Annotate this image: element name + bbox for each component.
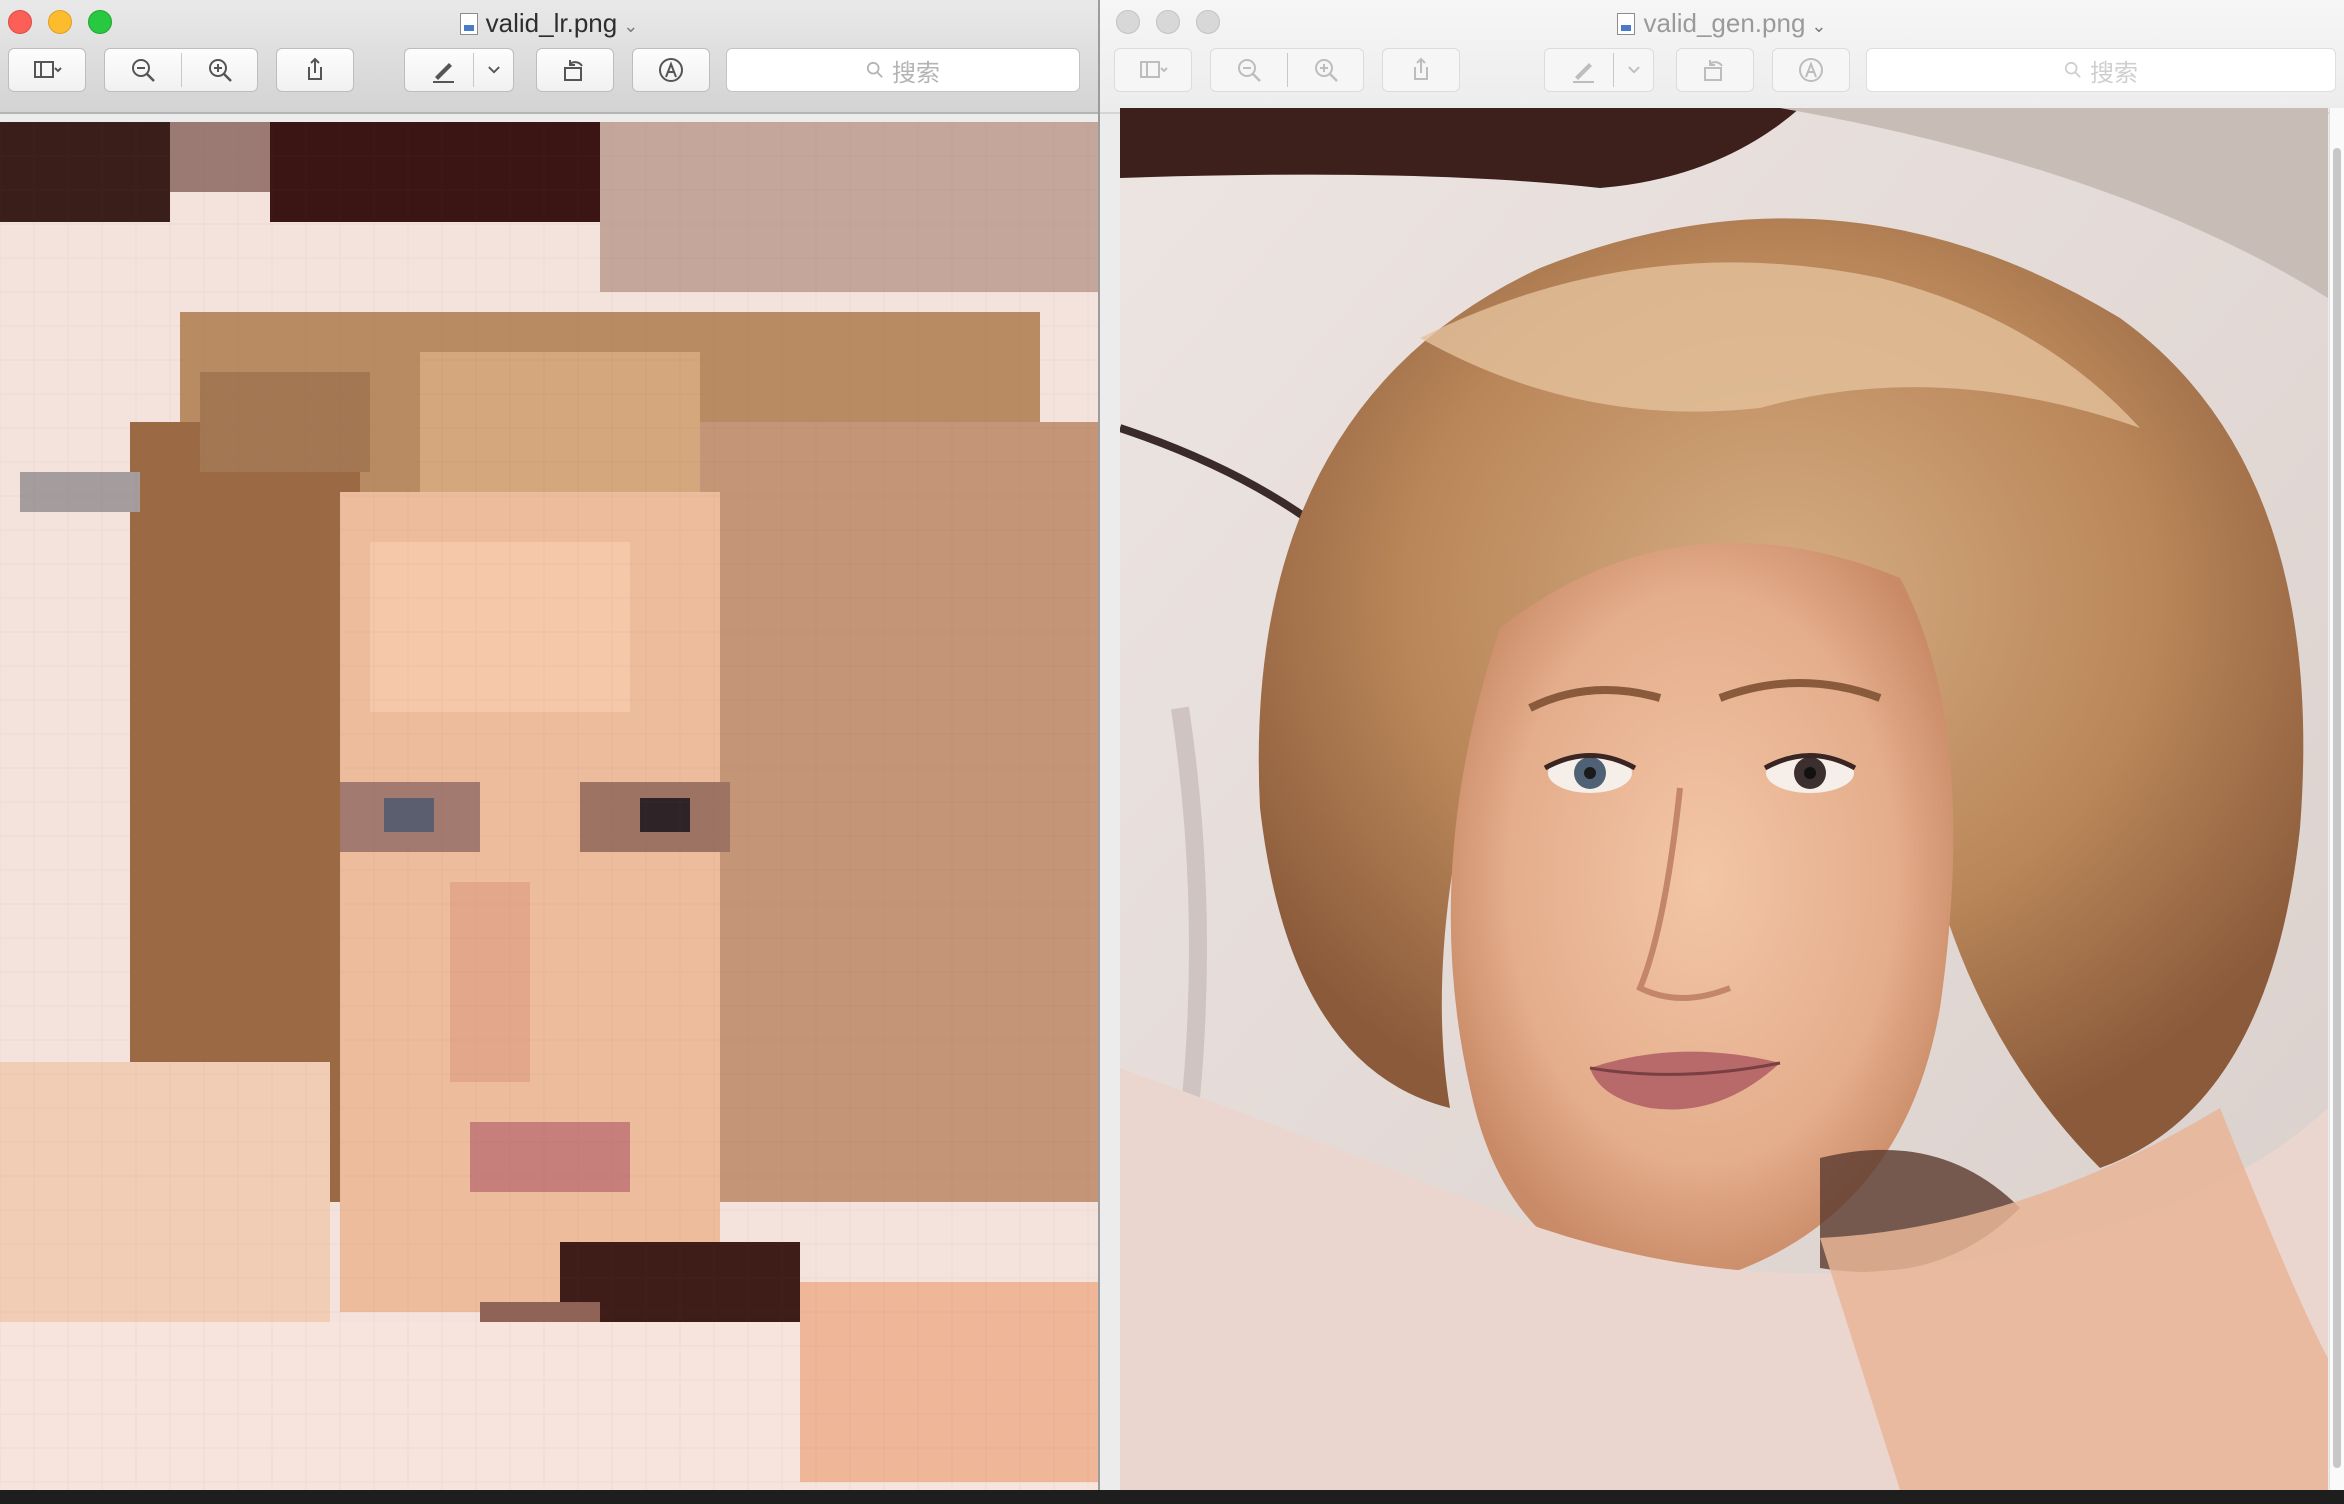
search-icon	[2064, 61, 2081, 78]
sidebar-view-button[interactable]	[8, 48, 86, 92]
zoom-in-icon	[209, 59, 232, 82]
titlebar: valid_lr.png ⌄ 搜索	[0, 0, 1098, 114]
markup-button[interactable]	[404, 48, 514, 92]
chevron-down-icon	[488, 66, 500, 74]
zoom-out-icon	[132, 59, 155, 82]
markup-pen-icon	[433, 63, 454, 83]
window-title-text: valid_lr.png	[485, 8, 618, 38]
zoom-out-button[interactable]	[1211, 49, 1287, 91]
chevron-down-icon	[1628, 66, 1640, 74]
vertical-scrollbar[interactable]	[2329, 108, 2344, 1490]
low-res-portrait	[0, 122, 1098, 1490]
rotate-button[interactable]	[536, 48, 614, 92]
window-title[interactable]: valid_lr.png ⌄	[0, 6, 1098, 43]
chevron-down-icon: ⌄	[1811, 16, 1827, 36]
zoom-out-button[interactable]	[105, 49, 181, 91]
document-icon	[1617, 13, 1636, 35]
zoom-group	[1210, 48, 1364, 92]
sidebar-icon	[34, 61, 62, 78]
share-icon	[1414, 57, 1428, 80]
zoom-in-button[interactable]	[1288, 49, 1364, 91]
zoom-in-icon	[1315, 59, 1338, 82]
zoom-out-icon	[1238, 59, 1261, 82]
markup-button[interactable]	[1544, 48, 1654, 92]
image-viewer[interactable]	[1120, 108, 2328, 1490]
sidebar-icon	[1140, 61, 1168, 78]
annotate-button[interactable]	[1772, 48, 1850, 92]
search-field[interactable]: 搜索	[726, 48, 1080, 92]
image-viewer[interactable]	[0, 122, 1098, 1490]
annotate-icon	[1799, 58, 1823, 82]
rotate-button[interactable]	[1676, 48, 1754, 92]
share-icon	[308, 57, 322, 80]
preview-window-right: valid_gen.png ⌄ 搜索	[1100, 0, 2344, 1490]
titlebar: valid_gen.png ⌄ 搜索	[1100, 0, 2344, 114]
search-placeholder: 搜索	[892, 59, 940, 87]
share-button[interactable]	[276, 48, 354, 92]
share-button[interactable]	[1382, 48, 1460, 92]
window-title-text: valid_gen.png	[1643, 8, 1806, 38]
search-icon	[866, 61, 883, 78]
rotate-icon	[1704, 60, 1723, 81]
rotate-icon	[564, 60, 583, 81]
chevron-down-icon: ⌄	[623, 16, 639, 36]
desktop-edge	[0, 1490, 2344, 1504]
search-field[interactable]: 搜索	[1866, 48, 2336, 92]
high-res-portrait	[1120, 108, 2328, 1490]
document-icon	[459, 13, 478, 35]
zoom-group	[104, 48, 258, 92]
sidebar-view-button[interactable]	[1114, 48, 1192, 92]
markup-pen-icon	[1573, 63, 1594, 83]
preview-window-left: valid_lr.png ⌄ 搜索	[0, 0, 1098, 1490]
zoom-in-button[interactable]	[182, 49, 258, 91]
annotate-icon	[659, 58, 683, 82]
window-title[interactable]: valid_gen.png ⌄	[1100, 6, 2344, 43]
search-placeholder: 搜索	[2090, 59, 2138, 87]
scrollbar-thumb[interactable]	[2333, 148, 2341, 1468]
annotate-button[interactable]	[632, 48, 710, 92]
